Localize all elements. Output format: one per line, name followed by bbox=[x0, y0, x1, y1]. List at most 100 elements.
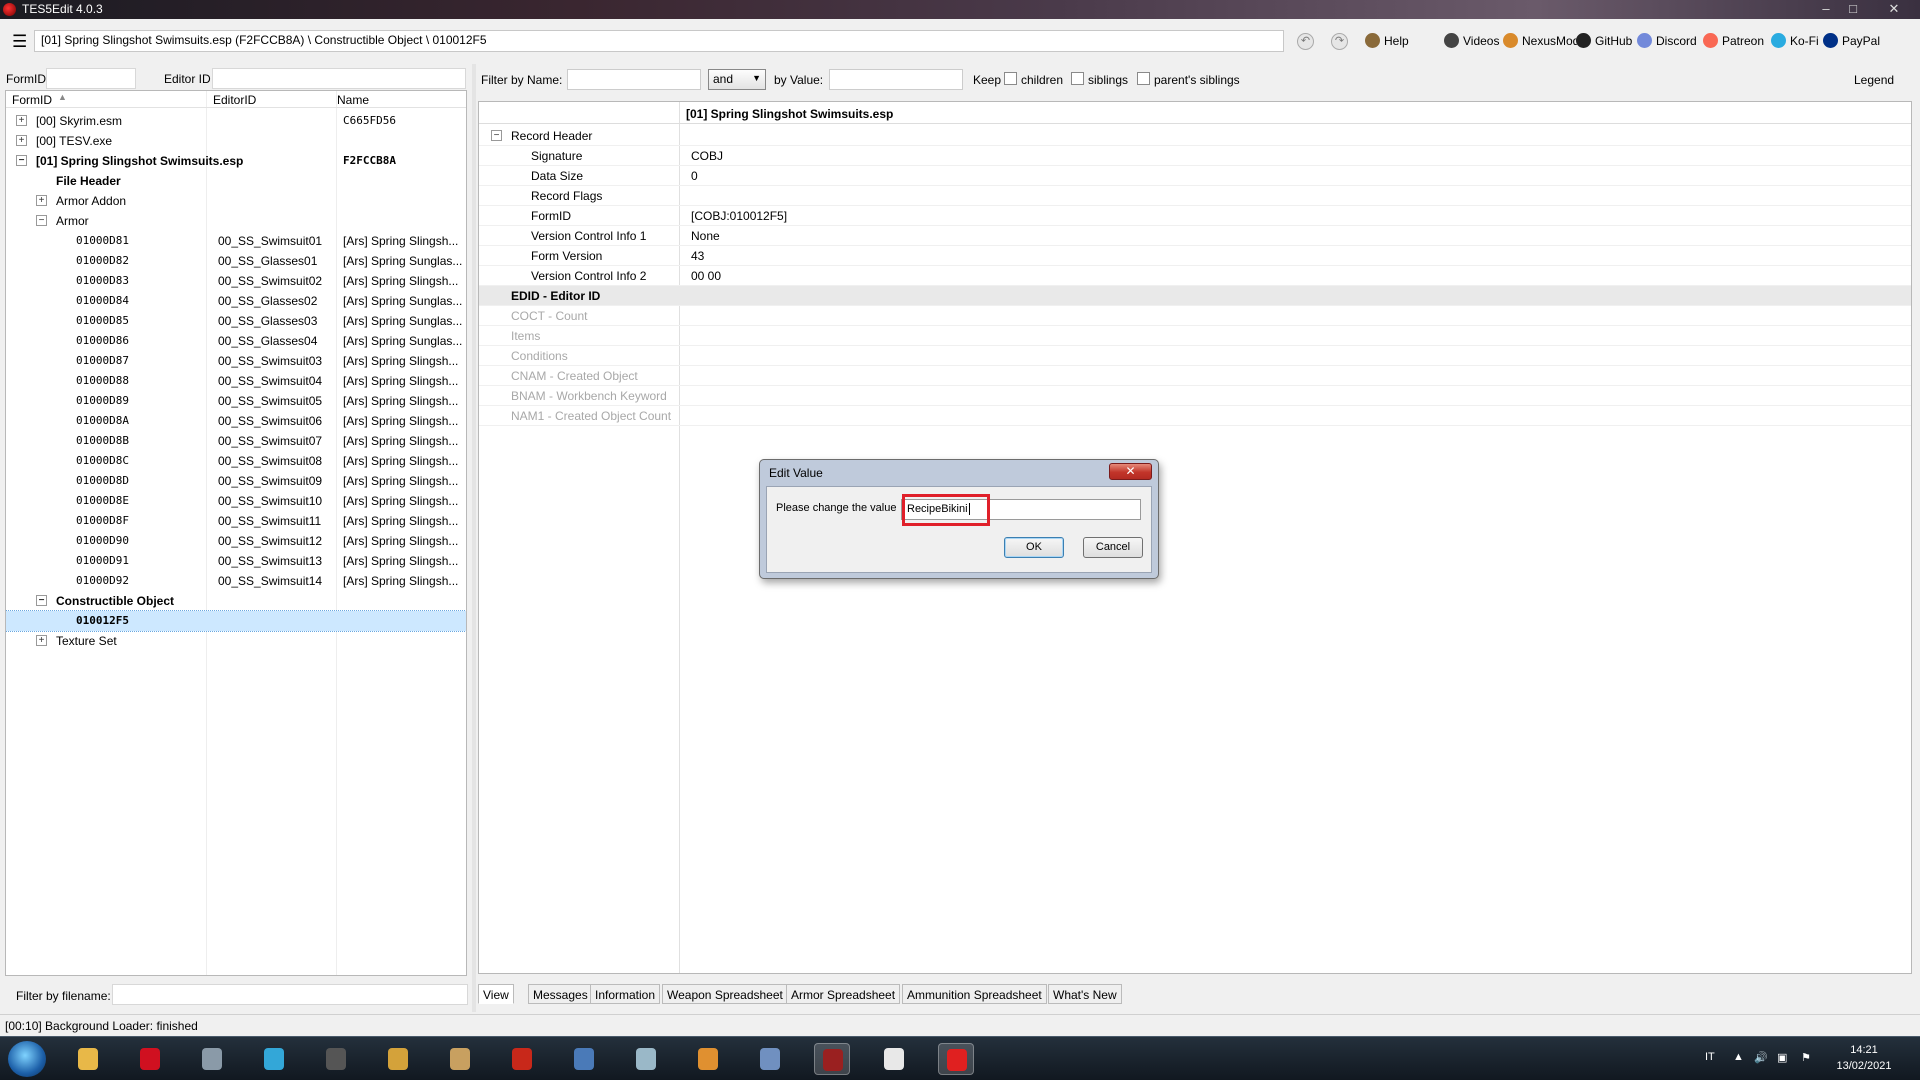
filter-value-input[interactable] bbox=[829, 69, 963, 90]
quill-icon[interactable] bbox=[752, 1043, 788, 1075]
tree-row[interactable]: + [00] TESV.exe bbox=[6, 131, 466, 151]
tree-row[interactable]: 01000D83 00_SS_Swimsuit02 [Ars] Spring Sli… bbox=[6, 271, 466, 291]
record-field-row[interactable]: BNAM - Workbench Keyword bbox=[479, 386, 1911, 406]
record-field-row[interactable]: Signature COBJ bbox=[479, 146, 1911, 166]
puzzle-icon[interactable] bbox=[690, 1043, 726, 1075]
music-icon[interactable] bbox=[256, 1043, 292, 1075]
collapse-icon[interactable]: − bbox=[16, 155, 27, 166]
tree-row[interactable]: − Armor bbox=[6, 211, 466, 231]
expand-icon[interactable]: + bbox=[36, 195, 47, 206]
column-name[interactable]: Name bbox=[337, 93, 369, 107]
editorid-filter-input[interactable] bbox=[212, 68, 466, 89]
operator-select[interactable]: and ▼ bbox=[708, 69, 766, 90]
explorer-icon[interactable] bbox=[70, 1043, 106, 1075]
help-link[interactable]: Help bbox=[1365, 33, 1409, 48]
children-checkbox[interactable] bbox=[1004, 72, 1017, 85]
network-icon[interactable]: ▣ bbox=[1777, 1051, 1787, 1064]
start-button[interactable] bbox=[8, 1041, 46, 1077]
media-center-icon[interactable] bbox=[194, 1043, 230, 1075]
tree-row[interactable]: 010012F5 bbox=[6, 610, 466, 632]
record-field-row[interactable]: Version Control Info 1 None bbox=[479, 226, 1911, 246]
forward-button[interactable]: ↷ bbox=[1331, 33, 1348, 50]
ok-button[interactable]: OK bbox=[1004, 537, 1064, 558]
tree-row[interactable]: 01000D86 00_SS_Glasses04 [Ars] Spring Sung… bbox=[6, 331, 466, 351]
formid-filter-input[interactable] bbox=[46, 68, 136, 89]
maximize-button[interactable]: □ bbox=[1842, 1, 1864, 17]
record-field-row[interactable]: NAM1 - Created Object Count bbox=[479, 406, 1911, 426]
tree-row[interactable]: − [01] Spring Slingshot Swimsuits.esp F2FC… bbox=[6, 151, 466, 171]
record-field-row[interactable]: Version Control Info 2 00 00 bbox=[479, 266, 1911, 286]
record-field-row[interactable]: FormID [COBJ:010012F5] bbox=[479, 206, 1911, 226]
record-field-row[interactable]: Form Version 43 bbox=[479, 246, 1911, 266]
tree-row[interactable]: File Header bbox=[6, 171, 466, 191]
collapse-icon[interactable]: − bbox=[491, 130, 502, 141]
tree-row[interactable]: 01000D85 00_SS_Glasses03 [Ars] Spring Sung… bbox=[6, 311, 466, 331]
paypal-link[interactable]: PayPal bbox=[1823, 33, 1880, 48]
filter-name-input[interactable] bbox=[567, 69, 701, 90]
record-field-row[interactable]: Conditions bbox=[479, 346, 1911, 366]
dialog-close-button[interactable]: ✕ bbox=[1109, 463, 1152, 480]
language-indicator[interactable]: IT bbox=[1705, 1051, 1715, 1063]
column-formid[interactable]: FormID bbox=[12, 93, 52, 107]
tab-view[interactable]: View bbox=[478, 984, 514, 1004]
tree-row[interactable]: + Armor Addon bbox=[6, 191, 466, 211]
tree-row[interactable]: 01000D89 00_SS_Swimsuit05 [Ars] Spring Sli… bbox=[6, 391, 466, 411]
tree-row[interactable]: 01000D90 00_SS_Swimsuit12 [Ars] Spring Sli… bbox=[6, 531, 466, 551]
videos-link[interactable]: Videos bbox=[1444, 33, 1499, 48]
tree-row[interactable]: + Texture Set bbox=[6, 631, 466, 651]
menu-icon[interactable]: ☰ bbox=[12, 32, 27, 52]
parents-siblings-checkbox[interactable] bbox=[1137, 72, 1150, 85]
tree-row[interactable]: + [00] Skyrim.esm C665FD56 bbox=[6, 111, 466, 131]
tab-messages[interactable]: Messages bbox=[528, 984, 593, 1004]
tree-row[interactable]: 01000D92 00_SS_Swimsuit14 [Ars] Spring Sli… bbox=[6, 571, 466, 591]
siblings-checkbox[interactable] bbox=[1071, 72, 1084, 85]
tree-row[interactable]: 01000D81 00_SS_Swimsuit01 [Ars] Spring Sli… bbox=[6, 231, 466, 251]
tab-armor-spreadsheet[interactable]: Armor Spreadsheet bbox=[786, 984, 901, 1004]
notepad-icon[interactable] bbox=[628, 1043, 664, 1075]
tab-what-s-new[interactable]: What's New bbox=[1048, 984, 1122, 1004]
opera-gx-icon[interactable] bbox=[938, 1043, 974, 1075]
tree-row[interactable]: 01000D8B 00_SS_Swimsuit07 [Ars] Spring Sli… bbox=[6, 431, 466, 451]
opera-icon[interactable] bbox=[132, 1043, 168, 1075]
expand-icon[interactable]: + bbox=[36, 635, 47, 646]
record-field-row[interactable]: COCT - Count bbox=[479, 306, 1911, 326]
cancel-button[interactable]: Cancel bbox=[1083, 537, 1143, 558]
close-window-button[interactable]: ✕ bbox=[1883, 1, 1905, 17]
mod-organizer-icon[interactable] bbox=[380, 1043, 416, 1075]
tree-row[interactable]: 01000D91 00_SS_Swimsuit13 [Ars] Spring Sli… bbox=[6, 551, 466, 571]
nexusmods-link[interactable]: NexusMods bbox=[1503, 33, 1585, 48]
tab-ammunition-spreadsheet[interactable]: Ammunition Spreadsheet bbox=[902, 984, 1047, 1004]
clock[interactable]: 14:21 13/02/2021 bbox=[1832, 1042, 1896, 1074]
flag-icon[interactable]: ⚑ bbox=[1801, 1051, 1811, 1064]
tree-row[interactable]: 01000D82 00_SS_Glasses01 [Ars] Spring Sung… bbox=[6, 251, 466, 271]
github-link[interactable]: GitHub bbox=[1576, 33, 1632, 48]
collapse-icon[interactable]: − bbox=[36, 595, 47, 606]
ko-fi-link[interactable]: Ko-Fi bbox=[1771, 33, 1819, 48]
record-field-row[interactable]: EDID - Editor ID bbox=[479, 286, 1911, 306]
back-button[interactable]: ↶ bbox=[1297, 33, 1314, 50]
banner-icon[interactable] bbox=[442, 1043, 478, 1075]
tree-row[interactable]: 01000D8D 00_SS_Swimsuit09 [Ars] Spring Sli… bbox=[6, 471, 466, 491]
expand-icon[interactable]: + bbox=[16, 135, 27, 146]
people-icon[interactable] bbox=[876, 1043, 912, 1075]
legend-button[interactable]: Legend bbox=[1854, 73, 1894, 87]
tree-row[interactable]: 01000D87 00_SS_Swimsuit03 [Ars] Spring Sli… bbox=[6, 351, 466, 371]
tree-row[interactable]: 01000D8E 00_SS_Swimsuit10 [Ars] Spring Sli… bbox=[6, 491, 466, 511]
record-field-row[interactable]: − Record Header bbox=[479, 126, 1911, 146]
record-field-row[interactable]: Data Size 0 bbox=[479, 166, 1911, 186]
tree-row[interactable]: 01000D84 00_SS_Glasses02 [Ars] Spring Sung… bbox=[6, 291, 466, 311]
tree-row[interactable]: 01000D88 00_SS_Swimsuit04 [Ars] Spring Sli… bbox=[6, 371, 466, 391]
volume-icon[interactable]: 🔊 bbox=[1754, 1051, 1768, 1064]
record-field-row[interactable]: Items bbox=[479, 326, 1911, 346]
filezilla-icon[interactable] bbox=[504, 1043, 540, 1075]
tes5edit-icon[interactable] bbox=[814, 1043, 850, 1075]
tab-weapon-spreadsheet[interactable]: Weapon Spreadsheet bbox=[662, 984, 788, 1004]
tree-row[interactable]: 01000D8F 00_SS_Swimsuit11 [Ars] Spring Sli… bbox=[6, 511, 466, 531]
minimize-button[interactable]: – bbox=[1815, 1, 1837, 17]
tree-row[interactable]: − Constructible Object bbox=[6, 591, 466, 611]
speaker-icon[interactable] bbox=[318, 1043, 354, 1075]
record-field-row[interactable]: CNAM - Created Object bbox=[479, 366, 1911, 386]
tree-row[interactable]: 01000D8C 00_SS_Swimsuit08 [Ars] Spring Sli… bbox=[6, 451, 466, 471]
patreon-link[interactable]: Patreon bbox=[1703, 33, 1764, 48]
column-editorid[interactable]: EditorID bbox=[213, 93, 256, 107]
